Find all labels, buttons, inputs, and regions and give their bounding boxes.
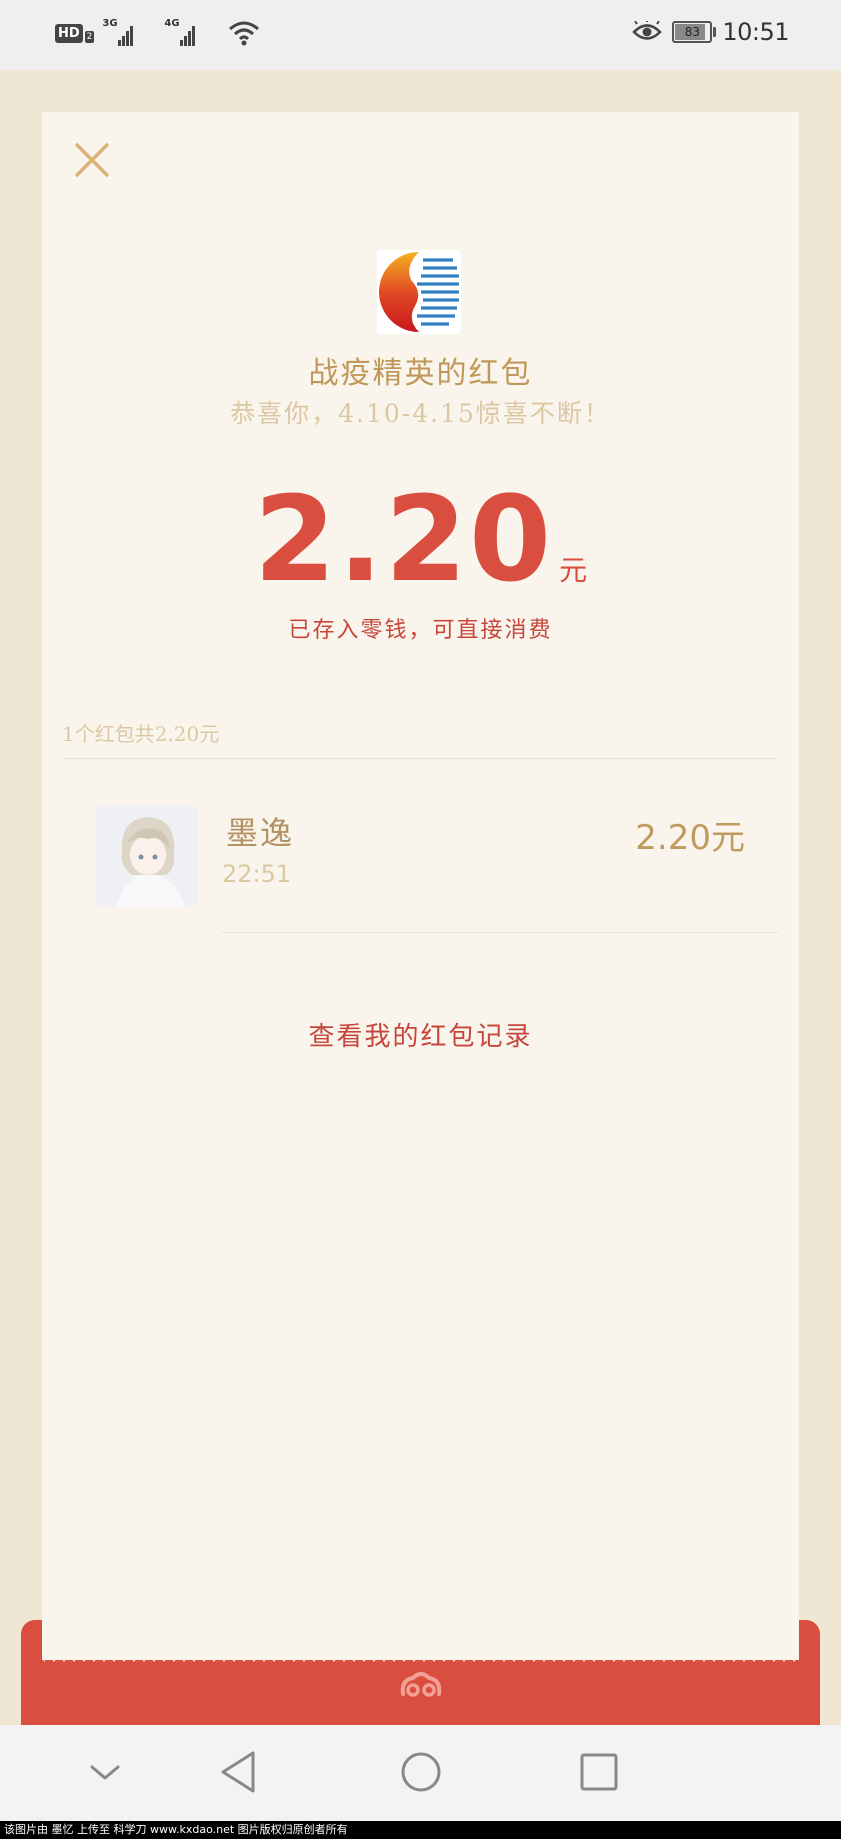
net-3g-label: 3G (102, 18, 118, 29)
clock: 10:51 (722, 18, 789, 46)
wish-text: 恭喜你，4.10-4.15惊喜不断！ (230, 399, 611, 428)
watermark-footer: 该图片由 墨忆 上传至 科学刀 www.kxdao.net 图片版权归原创者所有 (0, 1821, 841, 1839)
hd-label: HD (55, 23, 83, 43)
status-bar: HD 2 3G 4G 83 10:51 (0, 0, 841, 70)
packet-summary: 1个红包共2.20元 (62, 722, 220, 746)
card-zigzag-edge (42, 1650, 799, 1662)
status-left: HD 2 3G 4G (55, 18, 260, 46)
system-nav-bar (0, 1725, 841, 1821)
receiver-name: 墨逸 (226, 814, 295, 852)
net-4g-label: 4G (164, 18, 180, 29)
recents-square-icon[interactable] (574, 1747, 624, 1797)
battery-level: 83 (684, 25, 700, 39)
cloud-emblem-icon (400, 1672, 441, 1697)
receiver-amount: 2.20元 (635, 818, 745, 858)
divider (62, 758, 778, 759)
sponsor-logo (377, 250, 461, 334)
battery-icon: 83 (672, 21, 717, 43)
amount-unit: 元 (559, 554, 588, 587)
sender-title: 战疫精英的红包 (308, 356, 533, 391)
signal-4g-icon: 4G (164, 18, 218, 46)
amount-value: 2.20 (253, 470, 554, 608)
receiver-time: 22:51 (222, 860, 292, 888)
eye-comfort-icon (632, 21, 663, 40)
status-right: 83 10:51 (632, 18, 789, 46)
wifi-icon (229, 21, 260, 46)
signal-3g-icon: 3G (102, 18, 156, 46)
avatar[interactable] (96, 805, 198, 907)
home-circle-icon[interactable] (396, 1747, 446, 1797)
chevron-down-icon[interactable] (80, 1747, 130, 1797)
back-triangle-icon[interactable] (215, 1747, 265, 1797)
amount-row: 2.20 元 (0, 470, 841, 608)
view-records-link[interactable]: 查看我的红包记录 (0, 1016, 841, 1053)
amount-note: 已存入零钱，可直接消费 (288, 618, 553, 643)
hd-sub-label: 2 (84, 31, 95, 43)
divider (222, 932, 778, 933)
hd-badge: HD 2 (55, 23, 95, 43)
close-icon[interactable] (72, 140, 112, 180)
